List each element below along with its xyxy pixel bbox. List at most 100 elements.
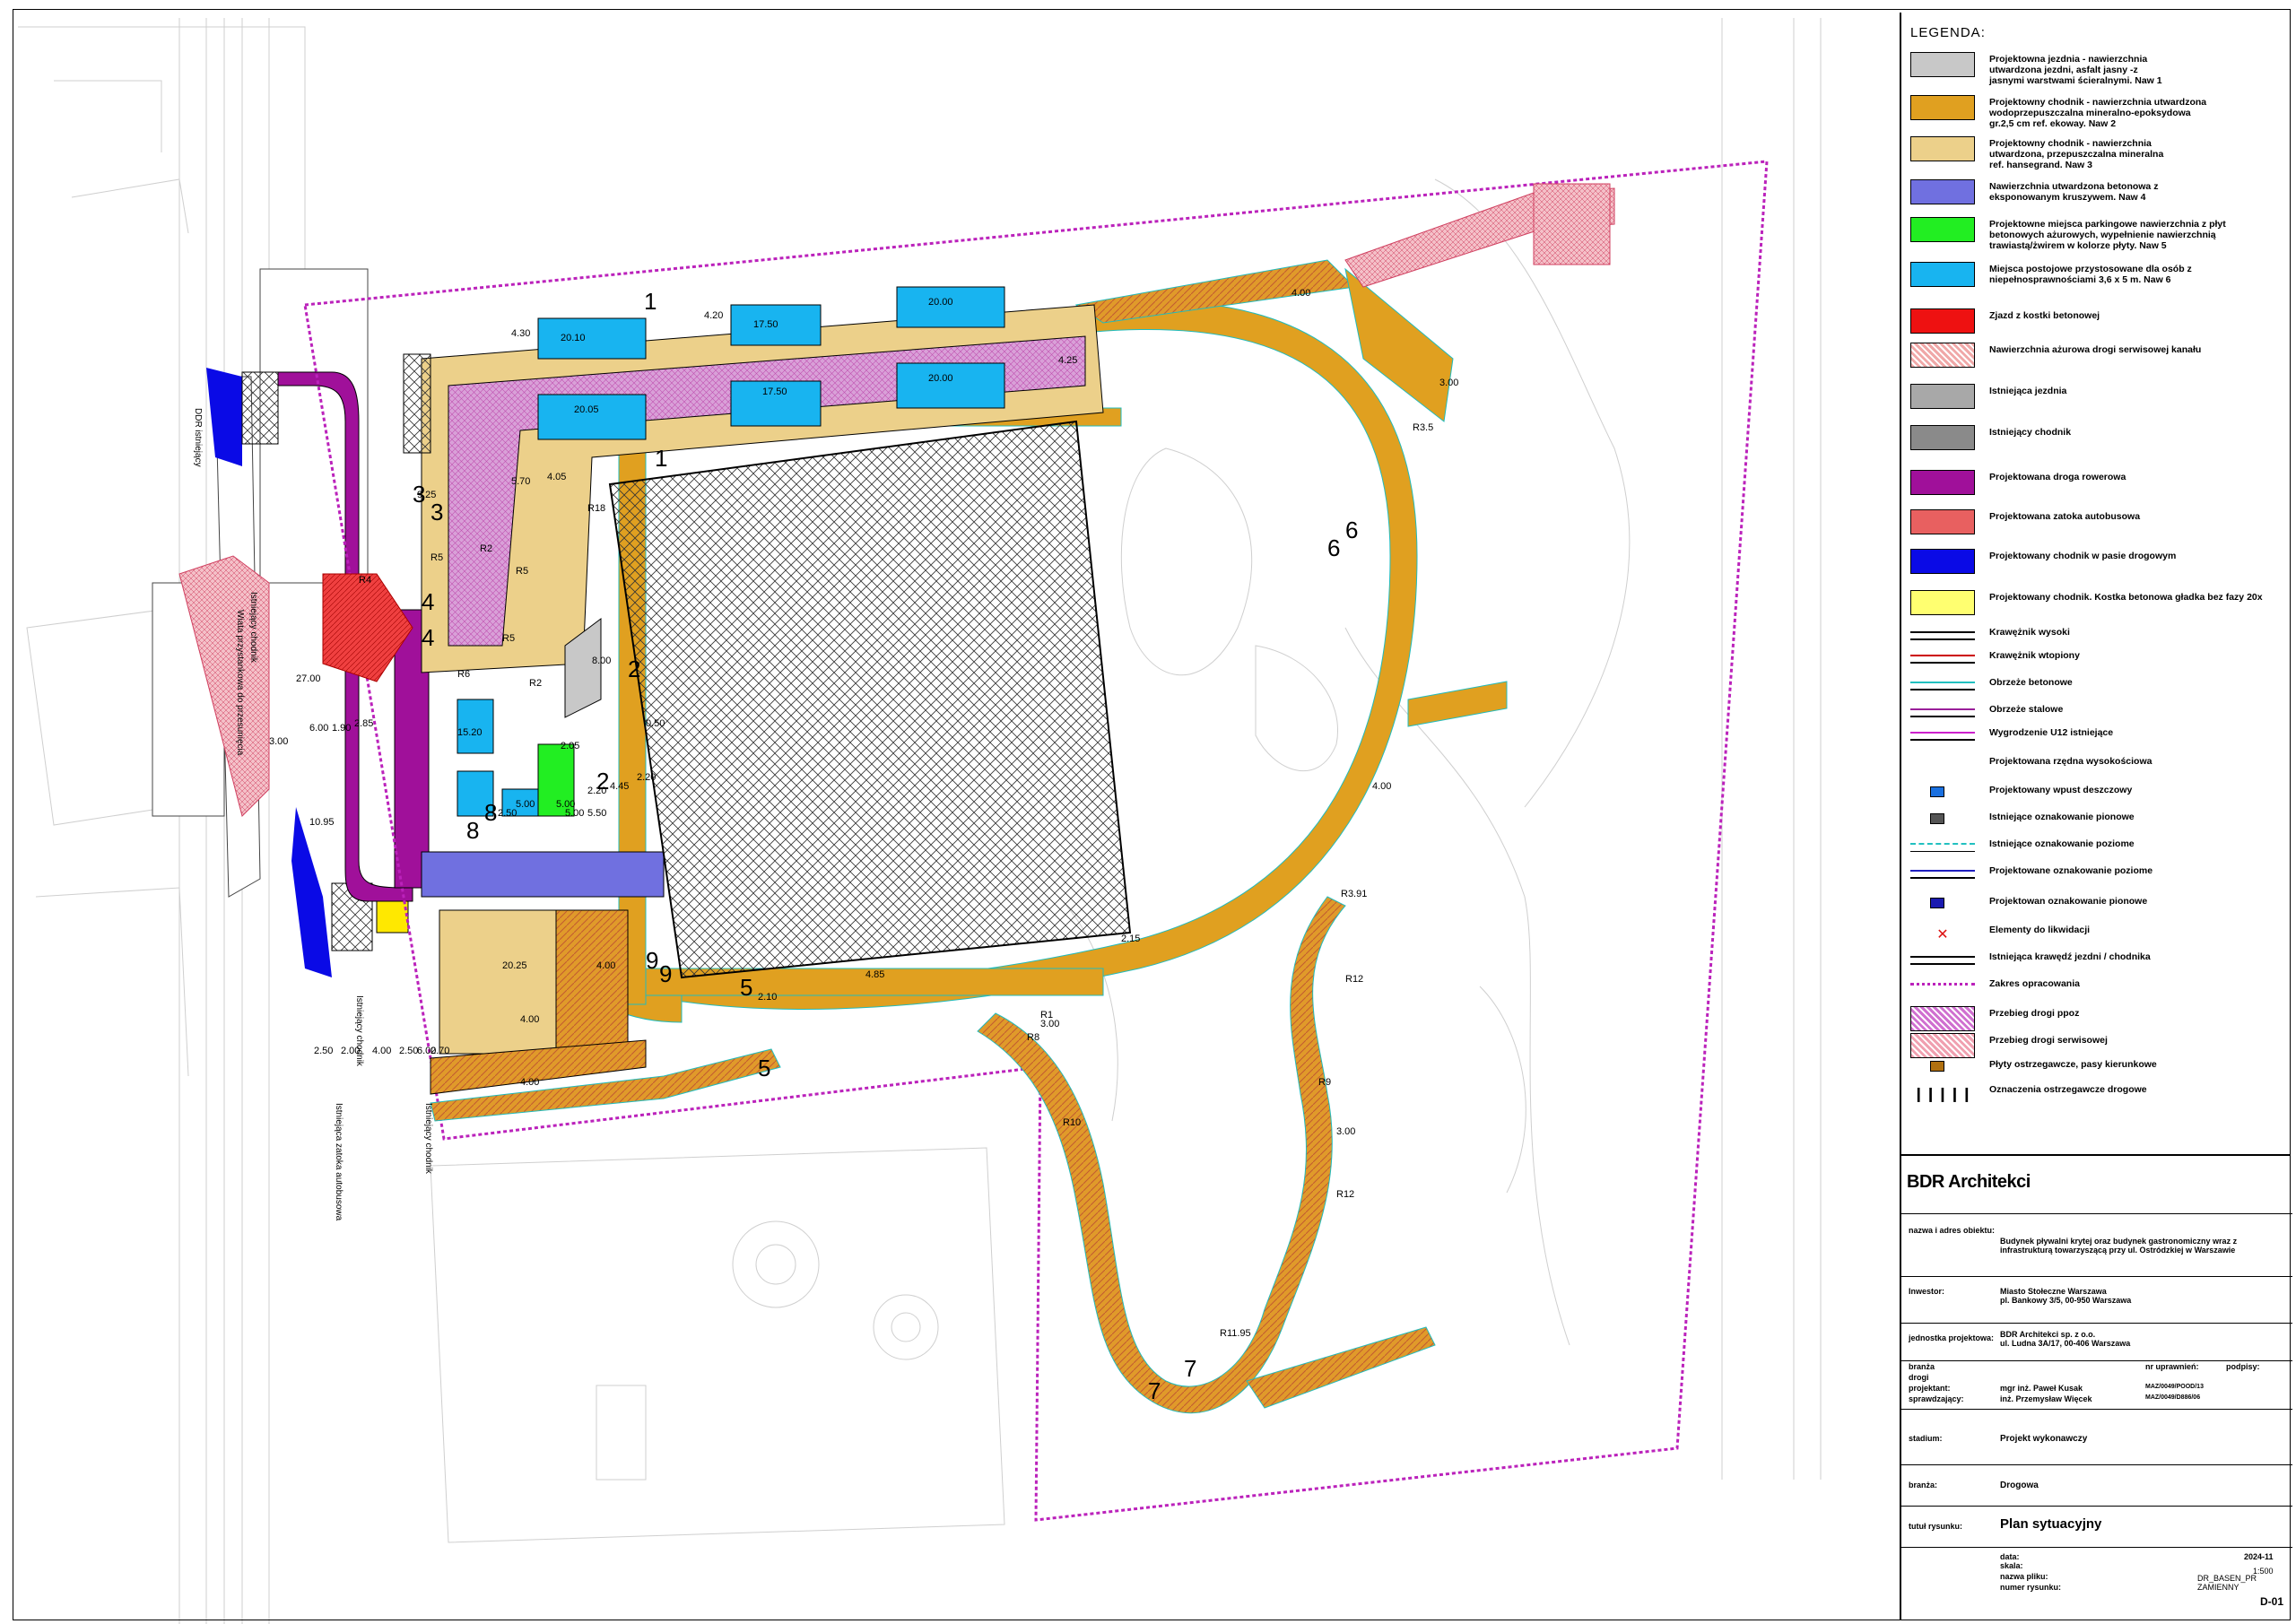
dimension-label: R11.95 xyxy=(1220,1328,1251,1339)
legend-label: Wygrodzenie U12 istniejące xyxy=(1989,727,2114,738)
section-marker: 5 xyxy=(758,1055,770,1081)
section-marker: 4 xyxy=(422,588,434,615)
legend-swatch xyxy=(1910,786,1975,805)
dimension-label: R6 xyxy=(457,669,470,680)
legend-swatch xyxy=(1910,682,1975,690)
drawing-sheet: 20.10 17.50 20.00 4.30 4.20 20.05 17.50 20.00 4.… xyxy=(0,0,2296,1624)
legend-swatch xyxy=(1910,509,1975,534)
legend-label: Obrzeże stalowe xyxy=(1989,704,2064,715)
dimension-label: 4.25 xyxy=(1058,355,1077,366)
dimension-label: R2 xyxy=(529,678,542,689)
legend-icon xyxy=(1930,1061,1944,1072)
legend-swatch xyxy=(1910,812,1975,832)
dimension-label: 2.50 xyxy=(314,1046,333,1056)
dimension-label: 27.00 xyxy=(296,673,321,684)
dimension-label: 1.90 xyxy=(332,723,351,734)
section-marker: 6 xyxy=(1327,534,1340,561)
section-marker: 1 xyxy=(655,445,667,472)
dimension-label: 0.50 xyxy=(646,718,665,729)
section-marker: 3 xyxy=(430,499,443,525)
section-marker: 2 xyxy=(628,656,640,682)
legend-swatch xyxy=(1910,384,1975,409)
street-label: Istniejący chodnik xyxy=(354,995,364,1067)
legend-label: Projektowany wpust deszczowy xyxy=(1989,785,2133,795)
dimension-label: 2.20 xyxy=(637,772,656,783)
dimension-label: 3.00 xyxy=(1040,1019,1059,1029)
object-value: Budynek pływalni krytej oraz budynek gas… xyxy=(2000,1237,2238,1255)
dimension-label: R5 xyxy=(430,552,443,563)
legend-label: Zakres opracowania xyxy=(1989,978,2080,989)
legend-label: Projektowna jezdnia - nawierzchnia utwar… xyxy=(1989,54,2162,86)
dimension-label: 4.00 xyxy=(520,1014,539,1025)
street-label: Wiata przystankowa do przesunięcia xyxy=(235,610,245,756)
stadium-label: stadium: xyxy=(1909,1434,1943,1443)
dimension-label: R5 xyxy=(516,566,528,577)
legend-swatch xyxy=(1910,590,1975,615)
dimension-label: 5.50 xyxy=(587,808,606,819)
legend-title: LEGENDA: xyxy=(1910,25,1986,40)
divider xyxy=(1901,1323,2292,1324)
legend-swatch xyxy=(1910,1033,1975,1058)
dimension-label: 3.00 xyxy=(269,736,288,747)
dimension-label: 4.00 xyxy=(1372,781,1391,792)
legend-label: Projektowana zatoka autobusowa xyxy=(1989,511,2141,522)
section-marker: 7 xyxy=(1184,1355,1196,1382)
legend-label: Projektowana droga rowerowa xyxy=(1989,472,2126,482)
dimension-label: R3.5 xyxy=(1413,422,1433,433)
dimension-label: 5.00 xyxy=(565,808,584,819)
building-footprint xyxy=(608,420,1132,979)
legend-swatch xyxy=(1910,179,1975,204)
legend-label: Istniejący chodnik xyxy=(1989,427,2072,438)
dimension-label: R2 xyxy=(480,543,492,554)
sprawdzajacy-label: sprawdzający: xyxy=(1909,1394,1964,1403)
dimension-label: 20.25 xyxy=(502,960,527,971)
legend-label: Przebieg drogi serwisowej xyxy=(1989,1035,2108,1046)
section-marker: 5 xyxy=(740,974,752,1001)
dimension-label: 4.00 xyxy=(596,960,615,971)
dimension-label: 5.00 xyxy=(516,799,535,810)
legend-swatch xyxy=(1910,308,1975,334)
legend-swatch xyxy=(1910,732,1975,741)
dimension-label: 3.00 xyxy=(1336,1126,1355,1137)
dimension-label: 2.85 xyxy=(354,718,373,729)
data-value: 2024-11 xyxy=(2244,1552,2274,1561)
legend-swatch xyxy=(1910,136,1975,161)
legend-label: Płyty ostrzegawcze, pasy kierunkowe xyxy=(1989,1059,2157,1070)
legend-swatch xyxy=(1910,897,1975,916)
legend-swatch: ✕ xyxy=(1936,927,1949,942)
dimension-label: 6.00 xyxy=(417,1046,436,1056)
dimension-label: 5.70 xyxy=(511,476,530,487)
legend-icon xyxy=(1930,898,1944,908)
dimension-label: 4.45 xyxy=(610,781,629,792)
sprawdzajacy-name: inż. Przemysław Więcek xyxy=(2000,1394,2092,1403)
legend-swatch xyxy=(1910,956,1975,965)
dimension-label: 4.30 xyxy=(511,328,530,339)
data-label: data: xyxy=(2000,1552,2020,1561)
plik-value: DR_BASEN_PR ZAMIENNY xyxy=(2197,1574,2257,1592)
projektant-name: mgr inż. Paweł Kusak xyxy=(2000,1384,2083,1393)
legend-label: Istniejąca krawędź jezdni / chodnika xyxy=(1989,951,2151,962)
dimension-label: 20.10 xyxy=(561,333,586,343)
firm-name: BDR Architekci xyxy=(1907,1172,2031,1192)
sprawdzajacy-nr: MAZ/0049/D886/06 xyxy=(2145,1394,2201,1401)
dimension-label: 2.10 xyxy=(758,992,777,1003)
legend-label: Nawierzchnia utwardzona betonowa z ekspo… xyxy=(1989,181,2159,203)
dimension-label: 4.00 xyxy=(372,1046,391,1056)
legend-swatch xyxy=(1910,843,1975,852)
dimension-label: 4.00 xyxy=(1292,288,1310,299)
legend-swatch xyxy=(1910,757,1975,782)
row-drogi: drogi xyxy=(1909,1373,1929,1382)
divider xyxy=(1901,1213,2292,1214)
dimension-label: R4 xyxy=(359,575,371,586)
legend-label: Zjazd z kostki betonowej xyxy=(1989,310,2100,321)
dimension-label: 20.05 xyxy=(574,404,599,415)
dimension-label: 20.00 xyxy=(928,297,953,308)
dimension-label: R12 xyxy=(1336,1189,1354,1200)
section-marker: 7 xyxy=(1148,1377,1161,1404)
legend-label: Nawierzchnia ażurowa drogi serwisowej ka… xyxy=(1989,344,2202,355)
street-label: Istniejący chodnik xyxy=(423,1103,433,1175)
street-label: DDR istniejący xyxy=(193,408,203,467)
dimension-label: 4.85 xyxy=(865,969,884,980)
dimension-label: 20.00 xyxy=(928,373,953,384)
divider xyxy=(1901,1409,2292,1410)
